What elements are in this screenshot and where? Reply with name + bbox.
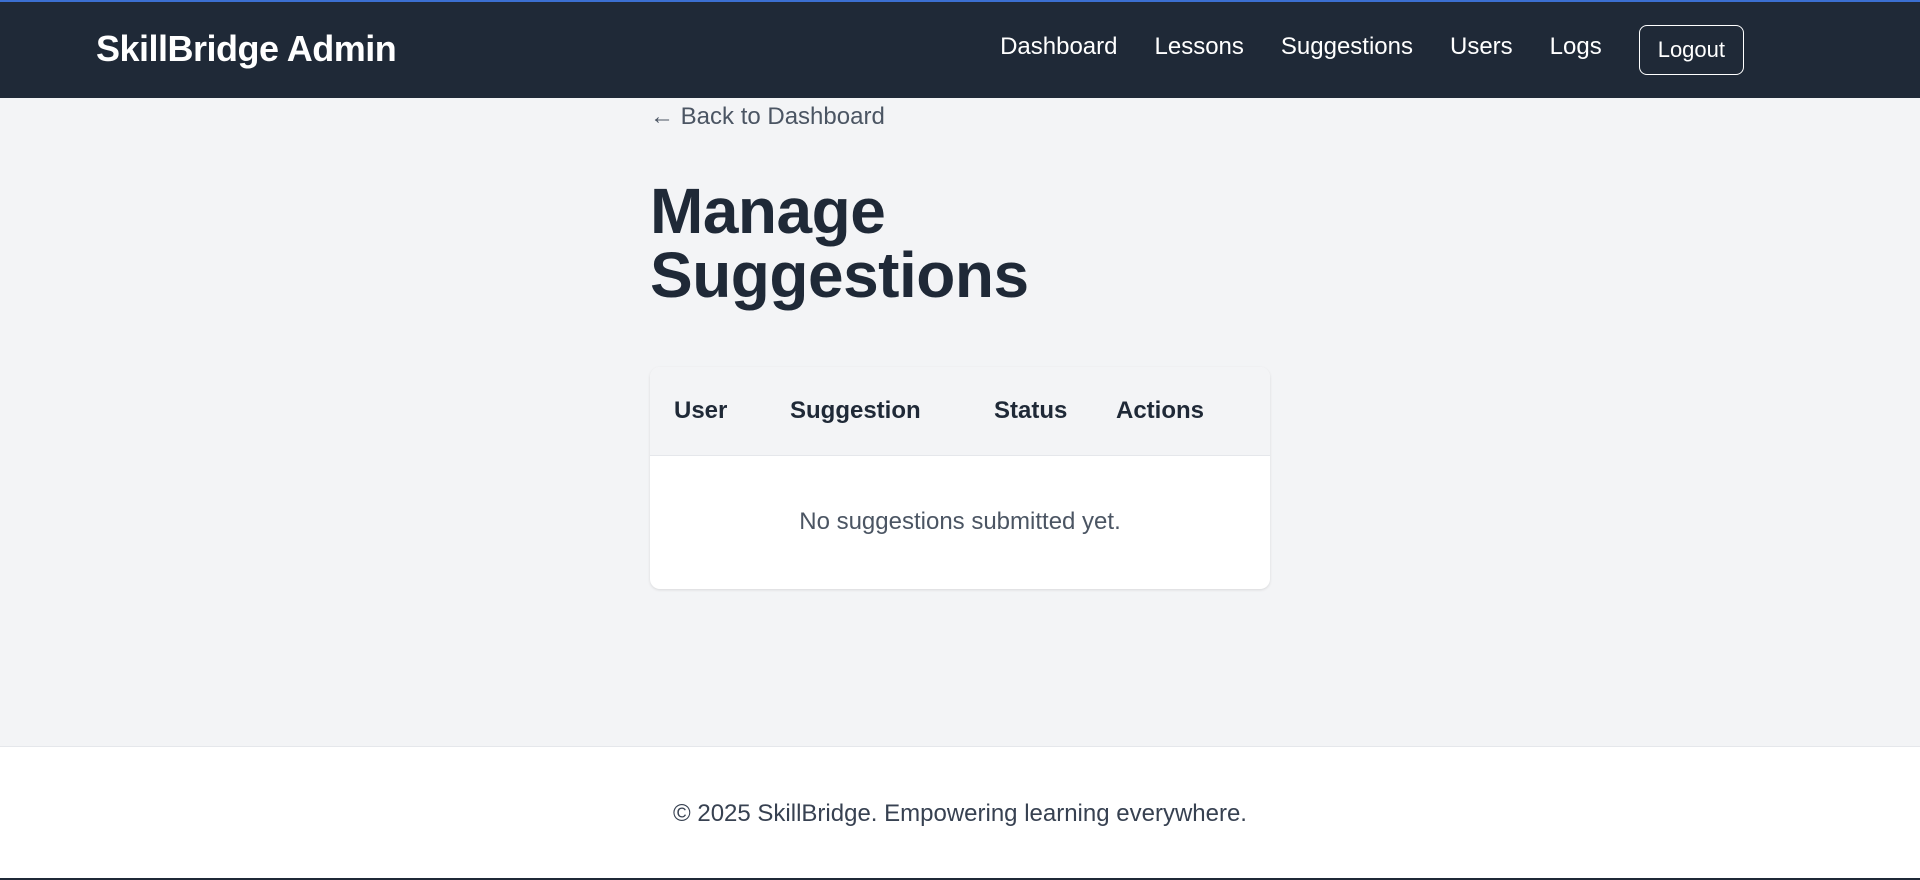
page: SkillBridge Admin Dashboard Lessons Sugg… [0, 0, 1920, 880]
nav-link-lessons[interactable]: Lessons [1155, 33, 1244, 61]
nav-link-logs[interactable]: Logs [1550, 33, 1602, 61]
column-header-suggestion: Suggestion [790, 396, 921, 424]
main-nav: Dashboard Lessons Suggestions Users Logs… [1000, 25, 1744, 75]
nav-link-dashboard[interactable]: Dashboard [1000, 33, 1117, 61]
nav-link-users[interactable]: Users [1450, 33, 1513, 61]
empty-state-row: No suggestions submitted yet. [650, 455, 1270, 589]
logout-button[interactable]: Logout [1638, 25, 1744, 75]
column-header-status: Status [994, 396, 1068, 424]
suggestions-table: User Suggestion Status Actions No sugges… [650, 367, 1270, 589]
column-header-actions: Actions [1116, 396, 1205, 424]
empty-state-message: No suggestions submitted yet. [799, 508, 1121, 536]
column-header-user: User [674, 396, 728, 424]
footer-copyright: © 2025 SkillBridge. Empowering learning … [673, 799, 1247, 827]
content-container: ← Back to Dashboard Manage Suggestions U… [650, 98, 1270, 589]
table-header: User Suggestion Status Actions [650, 367, 1270, 455]
nav-link-suggestions[interactable]: Suggestions [1281, 33, 1413, 61]
table-body: No suggestions submitted yet. [650, 455, 1270, 589]
back-to-dashboard-link[interactable]: ← Back to Dashboard [650, 103, 885, 131]
main-content: ← Back to Dashboard Manage Suggestions U… [0, 98, 1920, 746]
table-header-row: User Suggestion Status Actions [650, 367, 1270, 455]
suggestions-table-card: User Suggestion Status Actions No sugges… [650, 367, 1270, 589]
page-footer: © 2025 SkillBridge. Empowering learning … [0, 746, 1920, 880]
page-title: Manage Suggestions [650, 175, 1029, 311]
brand-logo-link[interactable]: SkillBridge Admin [96, 28, 397, 70]
top-navbar: SkillBridge Admin Dashboard Lessons Sugg… [0, 0, 1920, 98]
